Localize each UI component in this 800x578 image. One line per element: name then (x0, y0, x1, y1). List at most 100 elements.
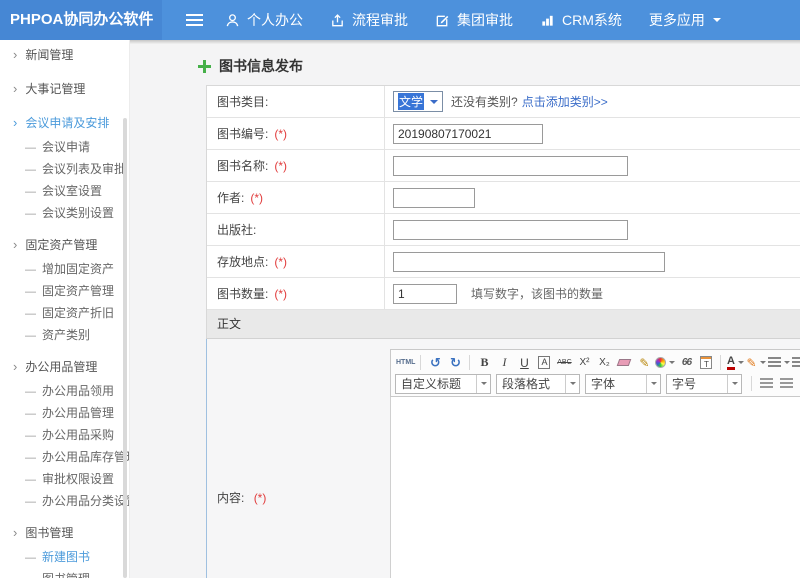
format-brush-icon[interactable]: ✎ (635, 354, 653, 372)
editor-content-area[interactable] (390, 397, 800, 578)
font-family-dropdown[interactable]: 字体 (585, 374, 661, 394)
sidebar-item-asset-manage[interactable]: —固定资产管理 (0, 280, 129, 302)
sidebar-item-supplies-category[interactable]: —办公用品分类设置 (0, 490, 129, 512)
sidebar-item-new-book[interactable]: —新建图书 (0, 546, 129, 568)
sidebar-scrollbar[interactable] (123, 118, 127, 578)
nav-item-more-apps[interactable]: 更多应用 (649, 10, 721, 30)
top-bar: PHPOA协同办公软件 个人办公 流程审批 集团审批 (0, 0, 800, 40)
add-plus-icon (198, 60, 211, 73)
chevron-right-icon: › (13, 81, 17, 96)
book-name-input[interactable] (393, 156, 628, 176)
dash-icon: — (25, 330, 36, 342)
nav-label: 个人办公 (247, 10, 303, 30)
custom-heading-dropdown[interactable]: 自定义标题 (395, 374, 491, 394)
quantity-hint: 填写数字，该图书的数量 (471, 285, 603, 302)
sidebar-item-asset-category[interactable]: —资产类别 (0, 324, 129, 346)
undo-icon[interactable]: ↺ (426, 354, 444, 372)
publisher-input[interactable] (393, 220, 628, 240)
sidebar-item-asset-depreciation[interactable]: —固定资产折旧 (0, 302, 129, 324)
required-mark: (*) (274, 159, 287, 173)
sidebar-item-supplies-stock[interactable]: —办公用品库存管理 (0, 446, 129, 468)
superscript-icon[interactable]: X² (575, 354, 593, 372)
sidebar-group-memorabilia[interactable]: ›大事记管理 (0, 76, 129, 102)
edit-approve-icon (435, 13, 450, 28)
chevron-right-icon: › (13, 359, 17, 374)
hamburger-menu-icon[interactable] (186, 11, 203, 29)
paste-as-text-icon[interactable]: T (697, 354, 715, 372)
table-row-category: 图书类目: 文学 还没有类别? 点击添加类别>> (207, 86, 800, 118)
color-palette-icon[interactable] (655, 354, 675, 372)
sidebar-group-books[interactable]: ›图书管理 (0, 520, 129, 546)
bar-chart-icon (540, 13, 555, 28)
field-label: 图书编号: (217, 125, 268, 142)
dropdown-arrow-icon[interactable] (565, 375, 579, 393)
sidebar-item-add-asset[interactable]: —增加固定资产 (0, 258, 129, 280)
align-center-icon[interactable] (777, 375, 795, 393)
nav-label: CRM系统 (562, 10, 622, 30)
dropdown-arrow-icon[interactable] (476, 375, 490, 393)
char-border-icon[interactable]: A (535, 354, 553, 372)
sidebar-group-fixed-assets[interactable]: ›固定资产管理 (0, 232, 129, 258)
toolbar-separator (751, 376, 752, 391)
storage-location-input[interactable] (393, 252, 665, 272)
dropdown-arrow-icon[interactable] (727, 375, 741, 393)
table-row-location: 存放地点:(*) (207, 246, 800, 278)
dropdown-arrow-icon[interactable] (646, 375, 660, 393)
table-row-author: 作者:(*) (207, 182, 800, 214)
sidebar-item-meeting-room[interactable]: —会议室设置 (0, 180, 129, 202)
sidebar-item-meeting-apply[interactable]: —会议申请 (0, 136, 129, 158)
dash-icon: — (25, 186, 36, 198)
underline-icon[interactable]: U (515, 354, 533, 372)
page-layout: ›新闻管理 ›大事记管理 ›会议申请及安排 —会议申请 —会议列表及审批 —会议… (0, 40, 800, 578)
dash-icon: — (25, 474, 36, 486)
nav-item-personal-office[interactable]: 个人办公 (225, 10, 303, 30)
sidebar-item-supplies-claim[interactable]: —办公用品领用 (0, 380, 129, 402)
sidebar-item-supplies-purchase[interactable]: —办公用品采购 (0, 424, 129, 446)
strikethrough-icon[interactable]: ABC (555, 354, 573, 372)
highlight-pen-icon[interactable]: ✎ (746, 354, 765, 372)
author-input[interactable] (393, 188, 475, 208)
required-mark: (*) (274, 255, 287, 269)
html-source-button[interactable]: HTML (396, 354, 415, 372)
subscript-icon[interactable]: X₂ (595, 354, 613, 372)
sidebar-group-meeting[interactable]: ›会议申请及安排 (0, 110, 129, 136)
toolbar-separator (420, 355, 421, 370)
table-row-book-name: 图书名称:(*) (207, 150, 800, 182)
dash-icon: — (25, 264, 36, 276)
redo-icon[interactable]: ↻ (446, 354, 464, 372)
sidebar-item-meeting-list[interactable]: —会议列表及审批 (0, 158, 129, 180)
sidebar-item-book-manage[interactable]: —图书管理 (0, 568, 129, 578)
italic-icon[interactable]: I (495, 354, 513, 372)
sidebar-item-approval-permission[interactable]: —审批权限设置 (0, 468, 129, 490)
nav-item-workflow-approval[interactable]: 流程审批 (330, 10, 408, 30)
blockquote-icon[interactable]: 66 (677, 354, 695, 372)
table-row-quantity: 图书数量:(*) 填写数字，该图书的数量 (207, 278, 800, 310)
field-label: 出版社: (217, 221, 256, 238)
sidebar-group-news[interactable]: ›新闻管理 (0, 42, 129, 68)
content-label: 内容: (217, 491, 244, 505)
paragraph-format-dropdown[interactable]: 段落格式 (496, 374, 580, 394)
content-editor-row: 内容: (*) HTML ↺ ↻ B I U (206, 339, 800, 578)
eraser-icon[interactable] (615, 354, 633, 372)
ordered-list-icon[interactable] (768, 354, 790, 372)
quantity-input[interactable] (393, 284, 457, 304)
font-color-icon[interactable]: A (726, 354, 744, 372)
dash-icon: — (25, 574, 36, 578)
sidebar-item-meeting-category[interactable]: —会议类别设置 (0, 202, 129, 224)
dash-icon: — (25, 452, 36, 464)
nav-item-crm-system[interactable]: CRM系统 (540, 10, 622, 30)
sidebar-item-supplies-manage[interactable]: —办公用品管理 (0, 402, 129, 424)
dash-icon: — (25, 496, 36, 508)
category-select[interactable]: 文学 (393, 91, 443, 112)
book-number-input[interactable] (393, 124, 543, 144)
add-category-link[interactable]: 点击添加类别>> (522, 93, 608, 110)
toolbar-separator (720, 355, 721, 370)
dash-icon: — (25, 308, 36, 320)
unordered-list-icon[interactable] (792, 354, 800, 372)
font-size-dropdown[interactable]: 字号 (666, 374, 742, 394)
category-note: 还没有类别? (451, 93, 518, 110)
nav-item-group-approval[interactable]: 集团审批 (435, 10, 513, 30)
bold-icon[interactable]: B (475, 354, 493, 372)
sidebar-group-office-supplies[interactable]: ›办公用品管理 (0, 354, 129, 380)
align-left-icon[interactable] (757, 375, 775, 393)
